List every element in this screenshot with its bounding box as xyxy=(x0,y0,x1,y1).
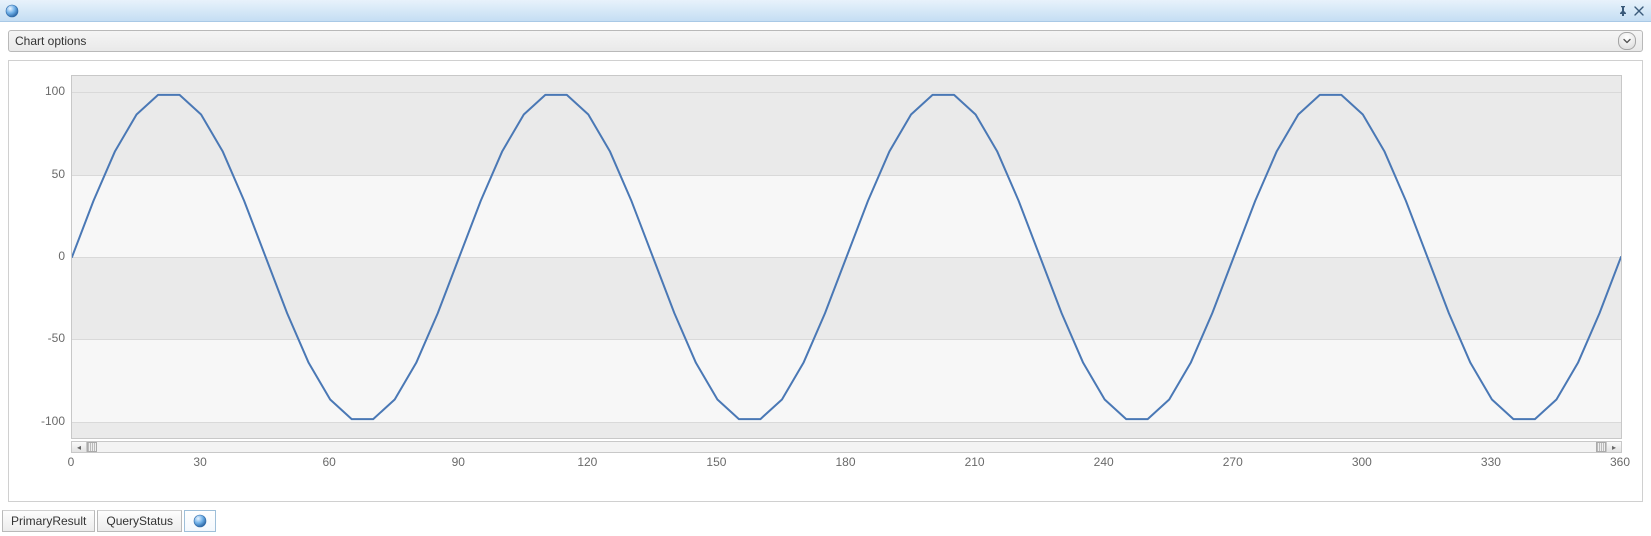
x-tick-label: 60 xyxy=(322,455,335,469)
panel-body: Chart options -100 -50 0 50 100 ◂ xyxy=(0,22,1651,508)
range-handle-right[interactable] xyxy=(1596,442,1606,452)
x-tick-label: 240 xyxy=(1094,455,1114,469)
pin-icon[interactable] xyxy=(1615,3,1631,19)
chart-panel: Chart options -100 -50 0 50 100 ◂ xyxy=(0,0,1651,536)
scroll-track[interactable] xyxy=(87,442,1606,452)
x-tick-label: 180 xyxy=(835,455,855,469)
scroll-right-button[interactable]: ▸ xyxy=(1606,442,1621,452)
tab-querystatus[interactable]: QueryStatus xyxy=(97,510,182,532)
chevron-down-icon[interactable] xyxy=(1618,32,1636,50)
y-axis: -100 -50 0 50 100 xyxy=(21,75,69,439)
chart-options-bar[interactable]: Chart options xyxy=(8,30,1643,52)
x-tick-label: 270 xyxy=(1223,455,1243,469)
tab-label: PrimaryResult xyxy=(11,514,86,528)
x-tick-label: 360 xyxy=(1610,455,1630,469)
globe-icon xyxy=(4,3,20,19)
y-tick-label: 50 xyxy=(52,167,65,181)
line-series xyxy=(72,76,1621,438)
chart-container: -100 -50 0 50 100 ◂ ▸ 0 30 60 90 120 150 180 210 240… xyxy=(8,60,1643,502)
x-tick-label: 210 xyxy=(965,455,985,469)
x-tick-label: 120 xyxy=(577,455,597,469)
globe-icon xyxy=(193,514,207,528)
x-axis: 0306090120150180210240270300330360 xyxy=(71,455,1622,475)
tab-primaryresult[interactable]: PrimaryResult xyxy=(2,510,95,532)
range-scrollbar[interactable]: ◂ ▸ xyxy=(71,441,1622,453)
tab-chart[interactable] xyxy=(184,510,216,532)
x-tick-label: 90 xyxy=(452,455,465,469)
tab-label: QueryStatus xyxy=(106,514,173,528)
x-tick-label: 30 xyxy=(193,455,206,469)
chart-options-label: Chart options xyxy=(15,34,86,48)
result-tabs: PrimaryResult QueryStatus xyxy=(0,508,1651,536)
scroll-left-button[interactable]: ◂ xyxy=(72,442,87,452)
x-tick-label: 300 xyxy=(1352,455,1372,469)
x-tick-label: 0 xyxy=(68,455,75,469)
x-tick-label: 330 xyxy=(1481,455,1501,469)
plot-area[interactable] xyxy=(71,75,1622,439)
close-icon[interactable] xyxy=(1631,3,1647,19)
y-tick-label: -100 xyxy=(41,414,65,428)
x-tick-label: 150 xyxy=(706,455,726,469)
y-tick-label: -50 xyxy=(48,331,65,345)
range-handle-left[interactable] xyxy=(87,442,97,452)
y-tick-label: 100 xyxy=(45,84,65,98)
panel-titlebar xyxy=(0,0,1651,22)
y-tick-label: 0 xyxy=(58,249,65,263)
